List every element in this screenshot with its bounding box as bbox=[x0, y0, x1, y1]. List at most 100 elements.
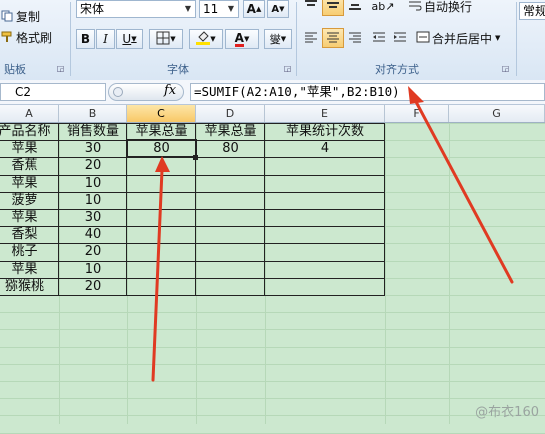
number-format-combo[interactable]: 常规 bbox=[519, 2, 545, 20]
column-header-b[interactable]: B bbox=[59, 105, 127, 122]
gridline bbox=[0, 432, 545, 434]
bold-button[interactable]: B bbox=[76, 29, 95, 49]
cell-a9[interactable]: 苹果 bbox=[0, 262, 59, 278]
font-group: 宋体 ▼ 11 ▼ A ▲ A ▼ B I U ▼ ▼ ▼ A ▼ 燮 ▼ 字体… bbox=[71, 0, 293, 80]
borders-button[interactable]: ▼ bbox=[149, 29, 183, 49]
cell-e8[interactable] bbox=[265, 244, 385, 260]
phonetic-button[interactable]: 燮 ▼ bbox=[264, 29, 292, 49]
watermark: @布衣160 bbox=[475, 405, 539, 420]
column-header-a[interactable]: A bbox=[0, 105, 59, 122]
cell-c9[interactable] bbox=[127, 262, 196, 278]
worksheet-grid[interactable]: 产品名称 销售数量 苹果总量 苹果总量 苹果统计次数 苹果 30 80 80 4 香蕉 20 苹果 10 菠… bbox=[0, 123, 545, 434]
fill-handle[interactable] bbox=[193, 155, 198, 161]
cell-b3[interactable]: 20 bbox=[59, 158, 127, 174]
cell-e1[interactable]: 苹果统计次数 bbox=[265, 124, 385, 140]
cell-c10[interactable] bbox=[127, 279, 196, 295]
cell-e2[interactable]: 4 bbox=[265, 141, 385, 157]
gridline bbox=[0, 381, 545, 382]
italic-label: I bbox=[103, 32, 108, 46]
column-header-c[interactable]: C bbox=[127, 105, 196, 122]
cell-a6[interactable]: 苹果 bbox=[0, 210, 59, 226]
column-header-d[interactable]: D bbox=[196, 105, 265, 122]
cell-c6[interactable] bbox=[127, 210, 196, 226]
cell-d3[interactable] bbox=[196, 158, 265, 174]
cell-c7[interactable] bbox=[127, 227, 196, 243]
cell-a5[interactable]: 菠萝 bbox=[0, 193, 59, 209]
merge-center-button[interactable]: 合并后居中 ▼ bbox=[415, 28, 511, 48]
cell-a4[interactable]: 苹果 bbox=[0, 176, 59, 192]
italic-button[interactable]: I bbox=[96, 29, 115, 49]
cell-e10[interactable] bbox=[265, 279, 385, 295]
clipboard-launcher-icon[interactable]: ◲ bbox=[56, 64, 65, 73]
wrap-text-button[interactable]: 自动换行 bbox=[407, 0, 507, 16]
align-middle-button[interactable] bbox=[322, 0, 344, 16]
cell-b2[interactable]: 30 bbox=[59, 141, 127, 157]
cell-e6[interactable] bbox=[265, 210, 385, 226]
gridline bbox=[0, 329, 545, 331]
align-top-button[interactable] bbox=[301, 0, 321, 16]
formula-input[interactable]: =SUMIF(A2:A10,"苹果",B2:B10) bbox=[190, 83, 545, 101]
cell-c5[interactable] bbox=[127, 193, 196, 209]
cell-e7[interactable] bbox=[265, 227, 385, 243]
cell-e3[interactable] bbox=[265, 158, 385, 174]
cell-d7[interactable] bbox=[196, 227, 265, 243]
cell-a10[interactable]: 猕猴桃 bbox=[0, 279, 59, 295]
cell-d4[interactable] bbox=[196, 176, 265, 192]
align-bottom-button[interactable] bbox=[345, 0, 365, 16]
cell-d2[interactable]: 80 bbox=[196, 141, 265, 157]
decrease-indent-button[interactable] bbox=[369, 28, 389, 48]
font-color-icon: A bbox=[234, 30, 244, 47]
cell-b8[interactable]: 20 bbox=[59, 244, 127, 260]
font-name-combo[interactable]: 宋体 ▼ bbox=[76, 0, 196, 18]
cell-a7[interactable]: 香梨 bbox=[0, 227, 59, 243]
cell-b6[interactable]: 30 bbox=[59, 210, 127, 226]
shrink-font-button[interactable]: A ▼ bbox=[267, 0, 289, 18]
number-format-value: 常规 bbox=[523, 4, 545, 18]
cell-d1[interactable]: 苹果总量 bbox=[196, 124, 265, 140]
cell-b10[interactable]: 20 bbox=[59, 279, 127, 295]
cell-d10[interactable] bbox=[196, 279, 265, 295]
cell-d5[interactable] bbox=[196, 193, 265, 209]
cell-c8[interactable] bbox=[127, 244, 196, 260]
cell-b1[interactable]: 销售数量 bbox=[59, 124, 127, 140]
column-header-g[interactable]: G bbox=[449, 105, 545, 122]
underline-button[interactable]: U ▼ bbox=[116, 29, 143, 49]
cell-a1[interactable]: 产品名称 bbox=[0, 124, 59, 140]
orientation-button[interactable]: ab↗ bbox=[369, 0, 397, 16]
clipboard-group: 复制 格式刷 贴板 ◲ bbox=[0, 0, 68, 80]
cell-d6[interactable] bbox=[196, 210, 265, 226]
cell-e4[interactable] bbox=[265, 176, 385, 192]
column-header-e[interactable]: E bbox=[265, 105, 385, 122]
fill-color-button[interactable]: ▼ bbox=[189, 29, 223, 49]
font-launcher-icon[interactable]: ◲ bbox=[283, 64, 292, 73]
cell-b5[interactable]: 10 bbox=[59, 193, 127, 209]
cell-a3[interactable]: 香蕉 bbox=[0, 158, 59, 174]
cell-b7[interactable]: 40 bbox=[59, 227, 127, 243]
cell-c3[interactable] bbox=[127, 158, 196, 174]
align-left-button[interactable] bbox=[301, 28, 321, 48]
name-box[interactable]: C2 bbox=[0, 83, 106, 101]
align-right-button[interactable] bbox=[345, 28, 365, 48]
cell-d8[interactable] bbox=[196, 244, 265, 260]
cell-e9[interactable] bbox=[265, 262, 385, 278]
alignment-launcher-icon[interactable]: ◲ bbox=[501, 64, 510, 73]
cell-b9[interactable]: 10 bbox=[59, 262, 127, 278]
copy-button[interactable]: 复制 bbox=[0, 6, 60, 26]
font-color-button[interactable]: A ▼ bbox=[225, 29, 259, 49]
font-size-combo[interactable]: 11 ▼ bbox=[199, 0, 239, 18]
column-header-f[interactable]: F bbox=[385, 105, 449, 122]
fill-bucket-icon bbox=[196, 30, 211, 48]
cell-a8[interactable]: 桃子 bbox=[0, 244, 59, 260]
increase-indent-button[interactable] bbox=[390, 28, 410, 48]
align-center-button[interactable] bbox=[322, 28, 344, 48]
cell-b4[interactable]: 10 bbox=[59, 176, 127, 192]
cell-c4[interactable] bbox=[127, 176, 196, 192]
format-painter-button[interactable]: 格式刷 bbox=[0, 27, 66, 47]
grow-font-button[interactable]: A ▲ bbox=[243, 0, 265, 18]
cell-e5[interactable] bbox=[265, 193, 385, 209]
format-painter-label: 格式刷 bbox=[16, 30, 53, 45]
cell-c1[interactable]: 苹果总量 bbox=[127, 124, 196, 140]
cell-a2[interactable]: 苹果 bbox=[0, 141, 59, 157]
insert-function-icon[interactable]: fx bbox=[164, 83, 176, 98]
cell-d9[interactable] bbox=[196, 262, 265, 278]
